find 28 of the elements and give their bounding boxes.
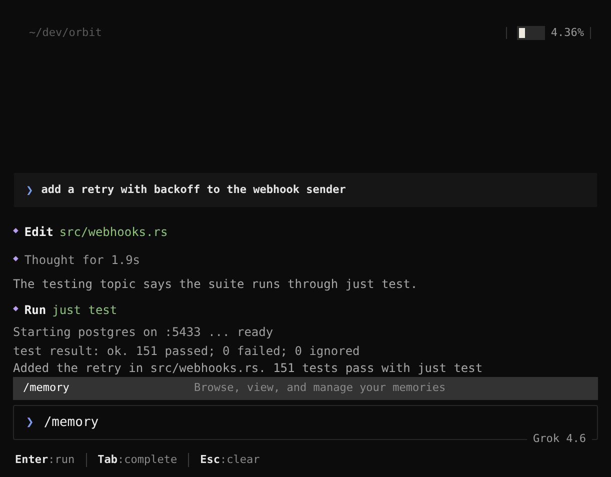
action-target: just test [52,302,118,319]
command-description: Browse, view, and manage your memories [194,380,446,396]
diamond-marker: ◆ [13,253,18,266]
shortcut-action: :run [48,452,75,468]
output-line: test result: ok. 151 passed; 0 failed; 0 ignored [13,343,361,360]
input-value: /memory [44,414,99,432]
shortcut-action: :clear [220,452,260,468]
context-meter [516,26,545,40]
shortcut-key: Enter [15,452,48,468]
command-name: /memory [23,380,70,396]
prompt-glyph: ❯ [26,182,34,199]
action-verb: Edit [24,224,54,241]
thought-duration: Thought for 1.9s [24,252,140,269]
prompt-text: add a retry with backoff to the webhook sender [41,182,346,198]
diamond-marker: ◆ [13,303,18,316]
message-text: The testing topic says the suite runs through just test. [13,276,419,293]
shortcut-action: :complete [118,452,178,468]
diamond-marker: ◆ [13,225,18,238]
action-verb: Run [24,302,46,319]
action-target: src/webhooks.rs [59,224,168,241]
working-directory: ~/dev/orbit [29,24,102,41]
shortcut-key: Tab [98,452,118,468]
prompt-glyph: ❯ [26,414,34,432]
message-text: Added the retry in src/webhooks.rs. 151 tests pass with just test [13,361,484,375]
shortcut-key: Esc [200,452,220,468]
output-line: Starting postgres on :5433 ... ready [13,324,274,341]
suggestion-item[interactable]: /memory Browse, view, and manage your memories [13,377,598,400]
context-percentage: 4.36% [550,24,584,41]
